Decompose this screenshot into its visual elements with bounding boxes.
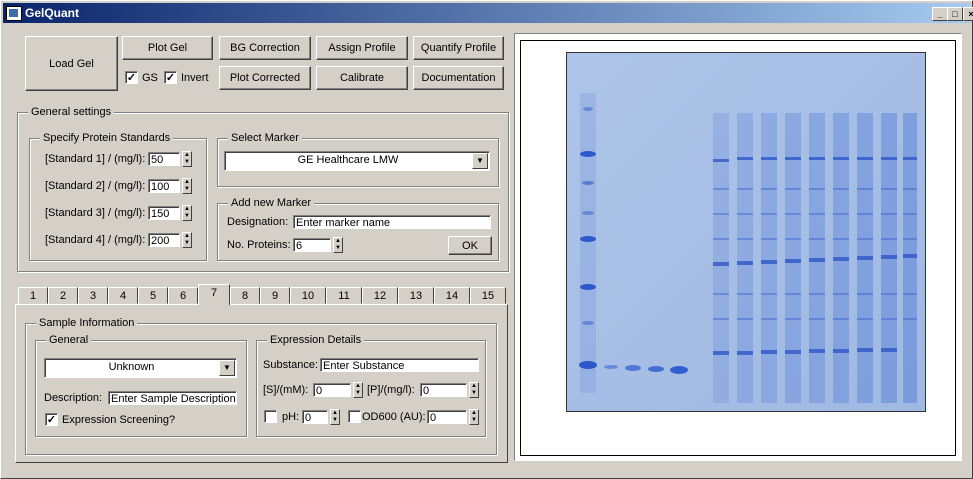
- minimize-button[interactable]: _: [932, 7, 948, 21]
- app-icon: [6, 6, 22, 21]
- protein-standards-title: Specify Protein Standards: [40, 132, 174, 144]
- s-concentration-spinner[interactable]: ▲ ▼: [353, 382, 363, 398]
- ph-label: pH:: [282, 411, 300, 423]
- window-title: GelQuant: [25, 6, 80, 20]
- no-proteins-field[interactable]: 6: [293, 238, 331, 252]
- tab-15[interactable]: 15: [470, 287, 506, 304]
- substance-label: Substance:: [263, 359, 319, 371]
- expression-screening-label: Expression Screening?: [62, 414, 176, 426]
- general-settings-title: General settings: [28, 106, 115, 118]
- gs-label: GS: [142, 72, 158, 84]
- tab-1[interactable]: 1: [18, 287, 48, 304]
- chevron-down-icon[interactable]: ▼: [219, 360, 235, 376]
- expression-screening-checkbox[interactable]: ✓: [45, 413, 58, 426]
- s-concentration-label: [S]/(mM):: [263, 384, 309, 396]
- standard-4-label: [Standard 4] / (mg/l):: [45, 234, 146, 246]
- ph-field[interactable]: 0: [302, 410, 328, 424]
- standard-3-label: [Standard 3] / (mg/l):: [45, 207, 146, 219]
- sample-type-select[interactable]: Unknown ▼: [44, 358, 237, 378]
- tab-3[interactable]: 3: [78, 287, 108, 304]
- description-label: Description:: [44, 392, 103, 404]
- tab-8[interactable]: 8: [230, 287, 260, 304]
- tab-5[interactable]: 5: [138, 287, 168, 304]
- general-title: General: [46, 334, 92, 346]
- s-concentration-field[interactable]: 0: [313, 383, 351, 397]
- standard-2-label: [Standard 2] / (mg/l):: [45, 180, 146, 192]
- od600-label: OD600 (AU):: [362, 411, 426, 423]
- od600-field[interactable]: 0: [427, 410, 467, 424]
- tab-11[interactable]: 11: [326, 287, 362, 304]
- tab-10[interactable]: 10: [290, 287, 326, 304]
- description-field[interactable]: Enter Sample Description: [108, 391, 237, 405]
- gs-checkbox[interactable]: ✓: [125, 71, 138, 84]
- standard-1-label: [Standard 1] / (mg/l):: [45, 153, 146, 165]
- standard-1-spinner[interactable]: ▲ ▼: [182, 151, 192, 167]
- od600-checkbox[interactable]: [348, 410, 361, 423]
- tab-6[interactable]: 6: [168, 287, 198, 304]
- standard-3-spinner[interactable]: ▲ ▼: [182, 205, 192, 221]
- expression-details-title: Expression Details: [267, 334, 365, 346]
- load-gel-button[interactable]: Load Gel: [25, 36, 118, 91]
- od600-spinner[interactable]: ▲ ▼: [469, 409, 479, 425]
- sample-type-value: Unknown: [108, 361, 155, 373]
- p-concentration-field[interactable]: 0: [420, 383, 467, 397]
- no-proteins-label: No. Proteins:: [227, 239, 291, 251]
- ph-checkbox[interactable]: [264, 410, 277, 423]
- no-proteins-spinner[interactable]: ▲ ▼: [333, 237, 343, 253]
- tab-2[interactable]: 2: [48, 287, 78, 304]
- gel-image-svg: [567, 53, 925, 411]
- designation-label: Designation:: [227, 216, 289, 228]
- tab-9[interactable]: 9: [260, 287, 290, 304]
- quantify-profile-button[interactable]: Quantify Profile: [413, 36, 504, 60]
- invert-label: Invert: [181, 72, 209, 84]
- chevron-down-icon[interactable]: ▼: [472, 153, 488, 169]
- add-marker-title: Add new Marker: [228, 197, 315, 209]
- standard-4-spinner[interactable]: ▲ ▼: [182, 232, 192, 248]
- plot-gel-button[interactable]: Plot Gel: [122, 36, 213, 60]
- invert-checkbox[interactable]: ✓: [164, 71, 177, 84]
- standard-1-field[interactable]: 50: [148, 152, 180, 166]
- tab-13[interactable]: 13: [398, 287, 434, 304]
- plot-corrected-button[interactable]: Plot Corrected: [219, 66, 311, 90]
- ph-spinner[interactable]: ▲ ▼: [330, 409, 340, 425]
- marker-select-value: GE Healthcare LMW: [297, 154, 399, 166]
- close-button[interactable]: ×: [963, 7, 973, 21]
- substance-field[interactable]: Enter Substance: [320, 358, 479, 372]
- documentation-button[interactable]: Documentation: [413, 66, 504, 90]
- gel-image: [566, 52, 926, 412]
- p-concentration-spinner[interactable]: ▲ ▼: [469, 382, 479, 398]
- ok-button[interactable]: OK: [448, 236, 492, 255]
- p-concentration-label: [P]/(mg/l):: [367, 384, 415, 396]
- assign-profile-button[interactable]: Assign Profile: [316, 36, 408, 60]
- sample-information-title: Sample Information: [36, 317, 138, 329]
- tab-14[interactable]: 14: [434, 287, 470, 304]
- tab-4[interactable]: 4: [108, 287, 138, 304]
- standard-3-field[interactable]: 150: [148, 206, 180, 220]
- standard-4-field[interactable]: 200: [148, 233, 180, 247]
- marker-select[interactable]: GE Healthcare LMW ▼: [224, 151, 490, 171]
- designation-field[interactable]: Enter marker name: [293, 215, 491, 229]
- bg-correction-button[interactable]: BG Correction: [219, 36, 311, 60]
- maximize-button[interactable]: □: [947, 7, 963, 21]
- calibrate-button[interactable]: Calibrate: [316, 66, 408, 90]
- standard-2-spinner[interactable]: ▲ ▼: [182, 178, 192, 194]
- title-bar: GelQuant _ □ ×: [3, 3, 973, 23]
- tab-12[interactable]: 12: [362, 287, 398, 304]
- standard-2-field[interactable]: 100: [148, 179, 180, 193]
- tab-7[interactable]: 7: [198, 284, 230, 305]
- select-marker-title: Select Marker: [228, 132, 302, 144]
